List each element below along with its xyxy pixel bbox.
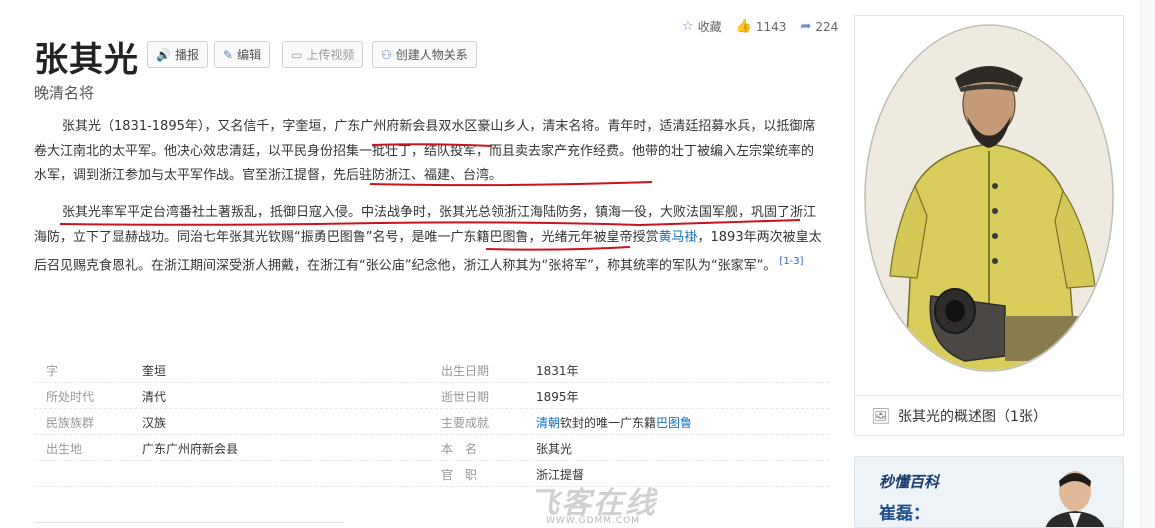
upload-video-label: 上传视频: [306, 48, 355, 62]
page-title: 张其光: [34, 40, 139, 80]
info-key: 所处时代: [46, 389, 95, 404]
watermark-url: WWW.GDMM.COM: [546, 516, 640, 526]
summary-image-card[interactable]: 🖼 张其光的概述图（1张）: [854, 15, 1124, 436]
info-value: 清代: [142, 389, 167, 404]
favorite-label: 收藏: [697, 20, 722, 34]
like-count: 1143: [755, 19, 787, 34]
speaker-icon: 🔊: [156, 47, 171, 62]
create-relation-button[interactable]: ⚇ 创建人物关系: [372, 41, 477, 68]
info-key: 民族族群: [46, 415, 95, 430]
huangmagua-link[interactable]: 黄马褂: [658, 230, 697, 245]
miaodong-logo: 秒懂百科: [879, 473, 940, 491]
share-button[interactable]: ➦ 224: [800, 19, 838, 34]
thumbs-up-icon: 👍: [735, 19, 752, 34]
stats-bar: ☆ 收藏 👍 1143 ➦ 224: [682, 18, 838, 35]
image-caption[interactable]: 🖼 张其光的概述图（1张）: [855, 395, 1123, 435]
speaker-avatar: [1035, 457, 1115, 527]
info-row: 出生地 广东广州府新会县 本 名 张其光: [34, 436, 829, 461]
info-value: 广东广州府新会县: [142, 441, 239, 456]
watermark: 飞客在线 WWW.GDMM.COM: [498, 478, 688, 528]
info-key: 出生日期: [441, 363, 490, 378]
image-caption-text: 张其光的概述图（1张）: [898, 408, 1047, 425]
favorite-button[interactable]: ☆ 收藏: [682, 18, 722, 35]
upload-video-button[interactable]: ▭ 上传视频: [282, 41, 364, 68]
info-key: 字: [46, 363, 59, 378]
broadcast-button[interactable]: 🔊 播报: [147, 41, 208, 68]
summary-paragraph-2: 张其光率军平定台湾番社土著叛乱，抵御日寇入侵。中法战争时，张其光总领浙江海陆防务…: [34, 201, 824, 279]
info-value: 张其光: [536, 441, 573, 456]
section-divider: [34, 522, 344, 523]
summary-paragraph-1: 张其光（1831-1895年），又名信千，字奎垣，广东广州府新会县双水区豪山乡人…: [34, 115, 824, 189]
info-value: 1831年: [536, 363, 579, 378]
broadcast-label: 播报: [174, 48, 199, 62]
info-row: 官 职 浙江提督: [34, 462, 829, 487]
info-key: 出生地: [46, 441, 83, 456]
info-key: 官 职: [441, 467, 478, 482]
info-value: 1895年: [536, 389, 579, 404]
info-value: 清朝钦封的唯一广东籍巴图鲁: [536, 414, 692, 431]
portrait-image[interactable]: [855, 16, 1123, 394]
vertical-scrollbar[interactable]: [1140, 0, 1155, 528]
info-row: 所处时代 清代 逝世日期 1895年: [34, 384, 829, 409]
qing-dynasty-link[interactable]: 清朝: [536, 416, 560, 430]
info-value: 奎垣: [142, 363, 167, 378]
info-row: 民族族群 汉族 主要成就 清朝钦封的唯一广东籍巴图鲁: [34, 410, 829, 435]
people-icon: ⚇: [381, 47, 392, 62]
baturu-link[interactable]: 巴图鲁: [656, 416, 692, 430]
miaodong-video-card[interactable]: 秒懂百科 崔磊：: [854, 456, 1124, 528]
reference-link[interactable]: [1-3]: [779, 256, 803, 267]
info-value: 汉族: [142, 415, 167, 430]
edit-button[interactable]: ✎ 编辑: [214, 41, 271, 68]
achievement-text: 钦封的唯一广东籍: [560, 415, 657, 430]
image-icon: 🖼: [871, 406, 891, 425]
share-count: 224: [815, 19, 839, 34]
main-content: 张其光 晚清名将 🔊 播报 ✎ 编辑 ▭ 上传视频 ⚇ 创建人物关系 ☆ 收藏 …: [0, 0, 850, 528]
edit-label: 编辑: [237, 48, 262, 62]
info-row: 字 奎垣 出生日期 1831年: [34, 358, 829, 383]
create-relation-label: 创建人物关系: [395, 48, 468, 62]
summary-paragraph-1-text: 张其光（1831-1895年），又名信千，字奎垣，广东广州府新会县双水区豪山乡人…: [34, 119, 816, 183]
page-subtitle: 晚清名将: [34, 84, 95, 102]
info-key: 本 名: [441, 441, 478, 456]
info-key: 主要成就: [441, 415, 490, 430]
info-key: 逝世日期: [441, 389, 490, 404]
like-button[interactable]: 👍 1143: [736, 19, 787, 34]
ad-speaker-name: 崔磊：: [879, 504, 930, 524]
share-icon: ➦: [800, 19, 812, 34]
star-icon: ☆: [682, 19, 694, 34]
video-icon: ▭: [291, 47, 303, 62]
pencil-icon: ✎: [223, 47, 234, 62]
